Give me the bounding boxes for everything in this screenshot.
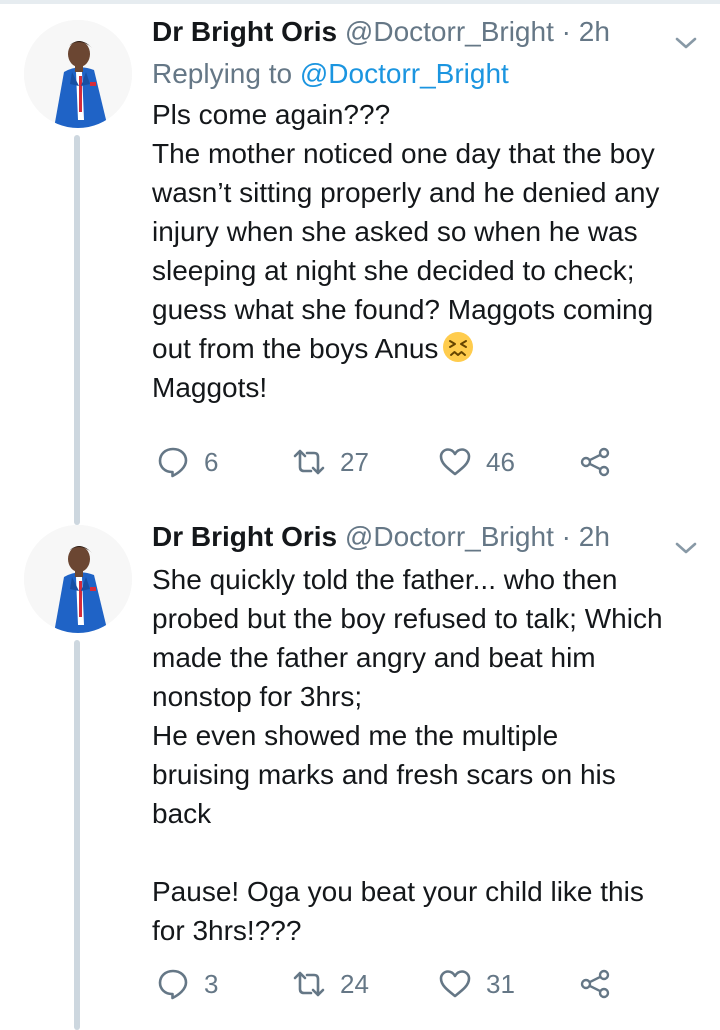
like-count: 46	[486, 446, 515, 477]
thread-line	[74, 640, 80, 1030]
user-handle[interactable]: @Doctorr_Bright	[345, 521, 554, 552]
share-button[interactable]	[578, 442, 612, 482]
retweet-icon	[292, 967, 326, 1001]
heart-icon	[438, 967, 472, 1001]
like-count: 31	[486, 968, 515, 999]
tweet-text-line: for 3hrs!???	[152, 915, 302, 946]
tweet-text-line: The mother noticed one day that the boy	[152, 138, 655, 169]
tweet-text-line: bruising marks and fresh scars on his	[152, 759, 616, 790]
tweet-header: Dr Bright Oris @Doctorr_Bright · 2h	[152, 515, 700, 559]
timestamp[interactable]: 2h	[579, 521, 610, 552]
reply-icon	[156, 967, 190, 1001]
retweet-button[interactable]: 27	[292, 442, 369, 482]
tweet-text-line: probed but the boy refused to talk; Whic…	[152, 603, 663, 634]
reply-icon	[156, 445, 190, 479]
tweet-text-line-with-emoji: out from the boys Anus	[152, 329, 700, 368]
separator-dot: ·	[561, 16, 571, 47]
avatar[interactable]	[24, 525, 132, 633]
display-name[interactable]: Dr Bright Oris	[152, 521, 337, 552]
tweet-actions: 3 24 31	[152, 964, 672, 1004]
share-icon	[578, 445, 612, 479]
tweet-text-line: Pls come again???	[152, 99, 391, 130]
tweet-text-line: injury when she asked so when he was	[152, 216, 638, 247]
tweet-header: Dr Bright Oris @Doctorr_Bright · 2h	[152, 10, 700, 54]
tweet-text-line: back	[152, 798, 212, 829]
mention-link[interactable]: @Doctorr_Bright	[300, 58, 509, 89]
replying-to-label: Replying to	[152, 58, 293, 89]
thread-line	[74, 135, 80, 525]
reply-count: 3	[204, 968, 219, 999]
tweet-text-line: nonstop for 3hrs;	[152, 681, 363, 712]
user-handle[interactable]: @Doctorr_Bright	[345, 16, 554, 47]
chevron-down-icon[interactable]	[672, 22, 700, 49]
replying-to: Replying to @Doctorr_Bright	[152, 54, 700, 94]
heart-icon	[438, 445, 472, 479]
reply-button[interactable]: 6	[156, 442, 218, 482]
reply-count: 6	[204, 446, 219, 477]
tweet-text-line: She quickly told the father... who then	[152, 564, 618, 595]
tweet-text: She quickly told the father... who then …	[152, 560, 700, 950]
separator-dot: ·	[561, 521, 571, 552]
tweet-text-fragment: out from the boys Anus	[152, 333, 439, 364]
avatar[interactable]	[24, 20, 132, 128]
share-icon	[578, 967, 612, 1001]
tweet-text-line: made the father angry and beat him	[152, 642, 596, 673]
tweet[interactable]: Dr Bright Oris @Doctorr_Bright · 2h She …	[0, 515, 720, 1030]
like-button[interactable]: 31	[438, 964, 515, 1004]
tweet-text-line: He even showed me the multiple	[152, 720, 559, 751]
retweet-count: 24	[340, 968, 369, 999]
display-name[interactable]: Dr Bright Oris	[152, 16, 337, 47]
tweet-actions: 6 27 46	[152, 442, 672, 482]
like-button[interactable]: 46	[438, 442, 515, 482]
tweet-text: Pls come again??? The mother noticed one…	[152, 95, 700, 407]
tweet-content: Dr Bright Oris @Doctorr_Bright · 2h She …	[152, 515, 700, 950]
tweet-text-line: sleeping at night she decided to check;	[152, 255, 635, 286]
retweet-count: 27	[340, 446, 369, 477]
tweet[interactable]: Dr Bright Oris @Doctorr_Bright · 2h Repl…	[0, 10, 720, 525]
reply-button[interactable]: 3	[156, 964, 218, 1004]
share-button[interactable]	[578, 964, 612, 1004]
tweet-content: Dr Bright Oris @Doctorr_Bright · 2h Repl…	[152, 10, 700, 407]
retweet-button[interactable]: 24	[292, 964, 369, 1004]
tweet-text-line: guess what she found? Maggots coming	[152, 294, 654, 325]
tweet-text-line: wasn’t sitting properly and he denied an…	[152, 177, 660, 208]
top-divider	[0, 0, 720, 4]
tweet-text-line: Maggots!	[152, 372, 268, 403]
confounded-face-emoji	[442, 331, 474, 363]
tweet-text-line: Pause! Oga you beat your child like this	[152, 876, 644, 907]
retweet-icon	[292, 445, 326, 479]
timestamp[interactable]: 2h	[579, 16, 610, 47]
chevron-down-icon[interactable]	[672, 527, 700, 554]
